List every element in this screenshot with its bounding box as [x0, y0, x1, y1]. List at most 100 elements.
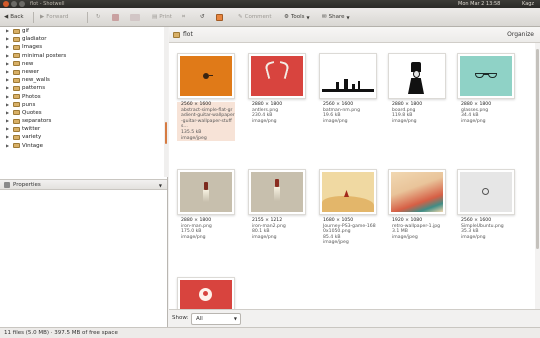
- print-button[interactable]: ▤ Print: [152, 12, 172, 23]
- tree-item-label: minimal posters: [22, 52, 67, 59]
- thumbnail-frame: [457, 169, 515, 215]
- thumbnail-image: [180, 280, 232, 309]
- file-name: Journey-PS3-game-1680x1050.png: [323, 223, 376, 235]
- expander-icon[interactable]: ▶: [6, 35, 11, 43]
- expander-icon[interactable]: ▶: [6, 76, 11, 84]
- organize-button[interactable]: Organize: [507, 31, 534, 38]
- tree-item-label: twitter: [22, 126, 41, 133]
- folder-icon: [13, 143, 20, 149]
- maximize-window-icon[interactable]: [19, 1, 25, 7]
- top-panel: flot - Shotwell Mon Mar 2 13:58 Kagz: [0, 0, 540, 8]
- back-label: Back: [10, 14, 24, 20]
- print-label: Print: [159, 14, 172, 20]
- thumbnail-image: [322, 56, 374, 96]
- thumbnail-item[interactable]: [177, 277, 235, 309]
- thumbnail-item[interactable]: 2880 × 1800 iron-man.png 175.0 kB image/…: [177, 169, 235, 240]
- tree-scrollbar[interactable]: [164, 27, 168, 177]
- grid-scrollbar[interactable]: [535, 43, 540, 309]
- folder-icon: [13, 53, 20, 59]
- file-type: image/png: [323, 118, 348, 124]
- thumbnail-caption: 2560 × 1600 SimpleUbuntu.png 35.3 kB ima…: [457, 218, 515, 240]
- expander-icon[interactable]: ▶: [6, 93, 11, 101]
- forward-button[interactable]: ▶ Forward: [40, 12, 68, 23]
- tree-item[interactable]: ▶ new_walls: [0, 76, 168, 84]
- rotate-left-button[interactable]: ↺: [200, 12, 205, 23]
- expander-icon[interactable]: ▶: [6, 117, 11, 125]
- expander-icon[interactable]: ▶: [6, 142, 11, 150]
- delete-button[interactable]: [130, 12, 140, 23]
- scrollbar-thumb[interactable]: [165, 122, 167, 144]
- show-filter-select[interactable]: All ▼: [191, 313, 241, 325]
- tree-item[interactable]: ▶ Images: [0, 43, 168, 51]
- tree-item[interactable]: ▶ gladiator: [0, 35, 168, 43]
- thumbnail-item[interactable]: 2880 × 1800 glasses.png 34.4 kB image/pn…: [457, 53, 515, 124]
- thumbnail-item[interactable]: 1920 × 1080 retro-wallpaper-1.jpg 3.1 MB…: [388, 169, 446, 240]
- tree-item[interactable]: ▶ Photos: [0, 93, 168, 101]
- thumbnail-caption: 1680 × 1050 Journey-PS3-game-1680x1050.p…: [319, 218, 377, 246]
- flip-button[interactable]: [112, 12, 119, 23]
- expander-icon[interactable]: ▶: [6, 109, 11, 117]
- expander-icon[interactable]: ▶: [6, 84, 11, 92]
- tree-item-label: patterns: [22, 85, 46, 92]
- expander-icon[interactable]: ▶: [6, 27, 11, 35]
- thumbnail-image: [251, 56, 303, 96]
- file-type: image/png: [181, 234, 206, 240]
- tree-item[interactable]: ▶ separators: [0, 117, 168, 125]
- rotate-left-icon: ↺: [200, 14, 205, 20]
- thumbnail-item[interactable]: 2155 × 1212 iron-man2.png 80.1 kB image/…: [248, 169, 306, 240]
- edit-icon: [216, 14, 223, 21]
- chevron-down-icon[interactable]: ▼: [159, 183, 162, 188]
- tree-item[interactable]: ▶ minimal posters: [0, 52, 168, 60]
- tree-item[interactable]: ▶ Vintage: [0, 142, 168, 150]
- expander-icon[interactable]: ▶: [6, 101, 11, 109]
- comment-button[interactable]: ✎ Comment: [238, 12, 272, 23]
- expander-icon[interactable]: ▶: [6, 125, 11, 133]
- tree-item[interactable]: ▶ new: [0, 60, 168, 68]
- properties-header[interactable]: Properties ▼: [0, 179, 167, 190]
- tree-item-label: new_walls: [22, 77, 50, 84]
- left-pane: ▶ gif ▶ gladiator ▶ Images ▶ minimal posters…: [0, 27, 168, 327]
- thumbnail-caption: 2880 × 1800 board.png 119.8 kB image/png: [388, 102, 446, 124]
- thumbnail-image: [391, 56, 443, 96]
- tree-item-label: new: [22, 60, 34, 67]
- current-folder[interactable]: flot: [173, 31, 193, 38]
- back-button[interactable]: ◀ Back: [4, 12, 24, 23]
- minimize-window-icon[interactable]: [11, 1, 17, 7]
- share-label: Share: [328, 14, 345, 20]
- tree-item[interactable]: ▶ twitter: [0, 125, 168, 133]
- tree-item[interactable]: ▶ gif: [0, 27, 168, 35]
- expander-icon[interactable]: ▶: [6, 52, 11, 60]
- tools-button[interactable]: ⚙ Tools ▼: [284, 12, 310, 23]
- expander-icon[interactable]: ▶: [6, 43, 11, 51]
- current-folder-label: flot: [183, 31, 193, 38]
- tree-item[interactable]: ▶ puns: [0, 101, 168, 109]
- thumbnail-item[interactable]: 1680 × 1050 Journey-PS3-game-1680x1050.p…: [319, 169, 377, 246]
- tree-item[interactable]: ▶ variety: [0, 133, 168, 141]
- tree-item[interactable]: ▶ Quotes: [0, 109, 168, 117]
- clock[interactable]: Mon Mar 2 13:58: [458, 0, 500, 8]
- thumbnail-grid: 2560 × 1600 abstract-simple-flat-gradien…: [169, 43, 540, 309]
- tree-item[interactable]: ▶ patterns: [0, 84, 168, 92]
- share-button[interactable]: ✉ Share ▼: [322, 12, 350, 23]
- file-type: image/png: [461, 118, 486, 124]
- expander-icon[interactable]: ▶: [6, 60, 11, 68]
- expander-icon[interactable]: ▶: [6, 68, 11, 76]
- show-label: Show:: [172, 315, 189, 321]
- expander-icon[interactable]: ▶: [6, 133, 11, 141]
- forward-icon: ▶: [40, 14, 45, 20]
- tree-item-label: Vintage: [22, 142, 44, 149]
- tree-item[interactable]: ▶ newer: [0, 68, 168, 76]
- scrollbar-thumb[interactable]: [536, 49, 539, 249]
- thumbnail-item[interactable]: 2880 × 1800 board.png 119.8 kB image/png: [388, 53, 446, 124]
- thumbnail-item[interactable]: 2560 × 1600 abstract-simple-flat-gradien…: [177, 53, 235, 142]
- edit-button[interactable]: [216, 12, 223, 23]
- thumbnail-item[interactable]: 2560 × 1600 SimpleUbuntu.png 35.3 kB ima…: [457, 169, 515, 240]
- rotate-button[interactable]: ↻: [96, 12, 101, 23]
- close-window-icon[interactable]: [3, 1, 9, 7]
- user-name[interactable]: Kagz: [522, 0, 534, 8]
- thumbnail-item[interactable]: 2560 × 1600 batman-nm.png 19.6 kB image/…: [319, 53, 377, 124]
- crop-button[interactable]: ⌗: [182, 12, 185, 23]
- thumbnail-frame: [319, 53, 377, 99]
- flip-icon: [112, 14, 119, 21]
- thumbnail-item[interactable]: 2880 × 1800 antlers.png 230.4 kB image/p…: [248, 53, 306, 124]
